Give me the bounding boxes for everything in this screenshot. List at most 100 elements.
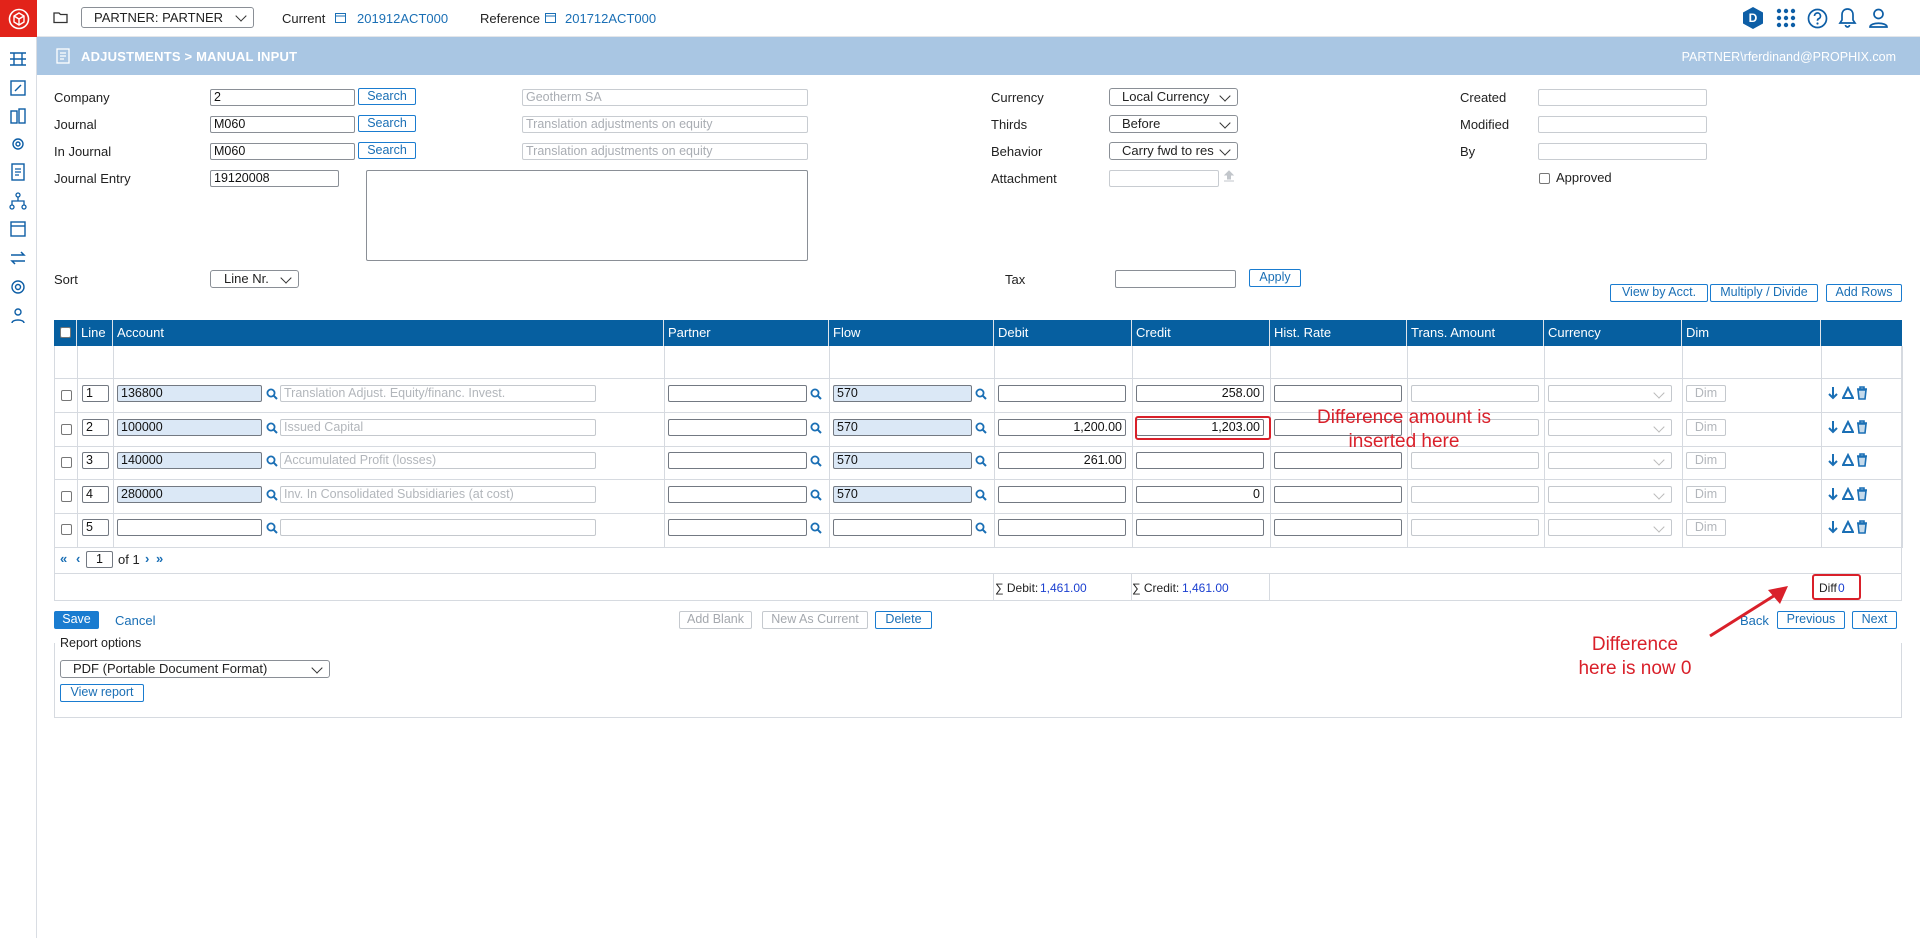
column-header-debit[interactable]: Debit (994, 320, 1132, 346)
account-input[interactable]: 100000 (117, 418, 262, 436)
hist-rate-input[interactable] (1274, 452, 1402, 469)
behavior-select[interactable]: Carry fwd to res (1109, 142, 1238, 160)
company-input[interactable]: 2 (210, 89, 355, 106)
upload-icon[interactable] (1223, 170, 1235, 183)
currency-select[interactable]: Local Currency (1109, 88, 1238, 106)
hist-rate-input[interactable] (1274, 519, 1402, 536)
cancel-link[interactable]: Cancel (115, 613, 155, 628)
d-badge-icon[interactable]: D (1743, 7, 1763, 29)
debit-input[interactable] (998, 519, 1126, 536)
delta-icon[interactable] (1841, 385, 1855, 400)
notification-bell-icon[interactable] (1837, 7, 1858, 29)
company-search-button[interactable]: Search (358, 88, 416, 105)
row-select-checkbox[interactable] (61, 457, 72, 468)
column-header-trans-amount[interactable]: Trans. Amount (1407, 320, 1544, 346)
column-header-account[interactable]: Account (113, 320, 664, 346)
apply-button[interactable]: Apply (1249, 269, 1301, 287)
flow-input[interactable]: 570 (833, 485, 972, 503)
line-number-input[interactable]: 4 (82, 485, 109, 503)
users-icon[interactable] (8, 306, 28, 326)
apps-grid-icon[interactable] (1776, 8, 1796, 28)
partner-select[interactable]: PARTNER: PARTNER (81, 7, 254, 28)
account-input[interactable]: 136800 (117, 385, 262, 402)
delete-row-icon[interactable] (1856, 453, 1868, 467)
flow-icon[interactable] (8, 49, 28, 69)
next-button[interactable]: Next (1852, 611, 1897, 629)
insert-row-icon[interactable] (1827, 420, 1839, 434)
flow-search-icon[interactable] (975, 388, 987, 400)
hist-rate-input[interactable] (1274, 385, 1402, 402)
debit-input[interactable]: 1,200.00 (998, 418, 1126, 436)
row-select-checkbox[interactable] (61, 490, 72, 502)
insert-row-icon[interactable] (1827, 487, 1839, 501)
insert-row-icon[interactable] (1827, 453, 1839, 467)
hist-rate-input[interactable] (1274, 485, 1402, 503)
flow-input[interactable]: 570 (833, 418, 972, 436)
gear-cluster-icon[interactable] (8, 134, 28, 154)
account-search-icon[interactable] (266, 455, 278, 467)
account-search-icon[interactable] (266, 522, 278, 534)
new-as-current-button[interactable]: New As Current (762, 611, 868, 629)
partner-search-icon[interactable] (810, 489, 822, 501)
last-page-icon[interactable]: » (156, 551, 163, 566)
transfer-icon[interactable] (8, 248, 28, 268)
delete-row-icon[interactable] (1856, 386, 1868, 400)
current-period-link[interactable]: 201912ACT000 (357, 11, 448, 26)
journal-input[interactable]: M060 (210, 116, 355, 133)
folder-icon[interactable] (53, 11, 68, 24)
in-journal-search-button[interactable]: Search (358, 142, 416, 159)
page-number-input[interactable]: 1 (86, 551, 113, 568)
thirds-select[interactable]: Before (1109, 115, 1238, 133)
delta-icon[interactable] (1841, 519, 1855, 534)
credit-input[interactable]: 258.00 (1136, 385, 1264, 402)
insert-row-icon[interactable] (1827, 386, 1839, 400)
journal-entry-description-textarea[interactable] (366, 170, 808, 261)
multiply-divide-button[interactable]: Multiply / Divide (1710, 284, 1818, 302)
column-header-dim[interactable]: Dim (1682, 320, 1821, 346)
journal-entry-input[interactable]: 19120008 (210, 170, 339, 187)
partner-search-icon[interactable] (810, 422, 822, 434)
partner-search-icon[interactable] (810, 455, 822, 467)
document-icon[interactable] (8, 162, 28, 182)
line-number-input[interactable]: 5 (82, 519, 109, 536)
approved-checkbox[interactable] (1539, 173, 1550, 184)
debit-input[interactable]: 261.00 (998, 452, 1126, 469)
add-blank-button[interactable]: Add Blank (679, 611, 752, 629)
app-logo[interactable] (0, 0, 37, 37)
insert-row-icon[interactable] (1827, 520, 1839, 534)
column-header-currency[interactable]: Currency (1544, 320, 1682, 346)
in-journal-input[interactable]: M060 (210, 143, 355, 160)
account-search-icon[interactable] (266, 388, 278, 400)
column-header-line[interactable]: Line (77, 320, 113, 346)
flow-search-icon[interactable] (975, 489, 987, 501)
delete-row-icon[interactable] (1856, 419, 1868, 434)
delta-icon[interactable] (1841, 419, 1855, 434)
view-report-button[interactable]: View report (60, 684, 144, 702)
partner-input[interactable] (668, 418, 807, 436)
partner-input[interactable] (668, 385, 807, 402)
settings-icon[interactable] (8, 277, 28, 297)
delete-row-icon[interactable] (1856, 520, 1868, 534)
flow-input[interactable]: 570 (833, 452, 972, 469)
tax-input[interactable] (1115, 270, 1236, 288)
delete-button[interactable]: Delete (875, 611, 932, 629)
credit-input[interactable] (1136, 452, 1264, 469)
account-input[interactable]: 140000 (117, 452, 262, 469)
edit-icon[interactable] (8, 78, 28, 98)
journal-search-button[interactable]: Search (358, 115, 416, 132)
account-search-icon[interactable] (266, 489, 278, 501)
first-page-icon[interactable]: « (60, 551, 67, 566)
flow-search-icon[interactable] (975, 455, 987, 467)
help-icon[interactable] (1807, 8, 1828, 29)
flow-input[interactable]: 570 (833, 385, 972, 402)
delta-icon[interactable] (1841, 452, 1855, 467)
partner-input[interactable] (668, 519, 807, 536)
row-select-checkbox[interactable] (61, 423, 72, 435)
partner-input[interactable] (668, 485, 807, 503)
next-page-icon[interactable]: › (145, 551, 149, 566)
delete-row-icon[interactable] (1856, 486, 1868, 501)
credit-input[interactable] (1136, 519, 1264, 536)
save-button[interactable]: Save (54, 611, 99, 629)
delta-icon[interactable] (1841, 486, 1855, 501)
line-number-input[interactable]: 2 (82, 418, 109, 436)
